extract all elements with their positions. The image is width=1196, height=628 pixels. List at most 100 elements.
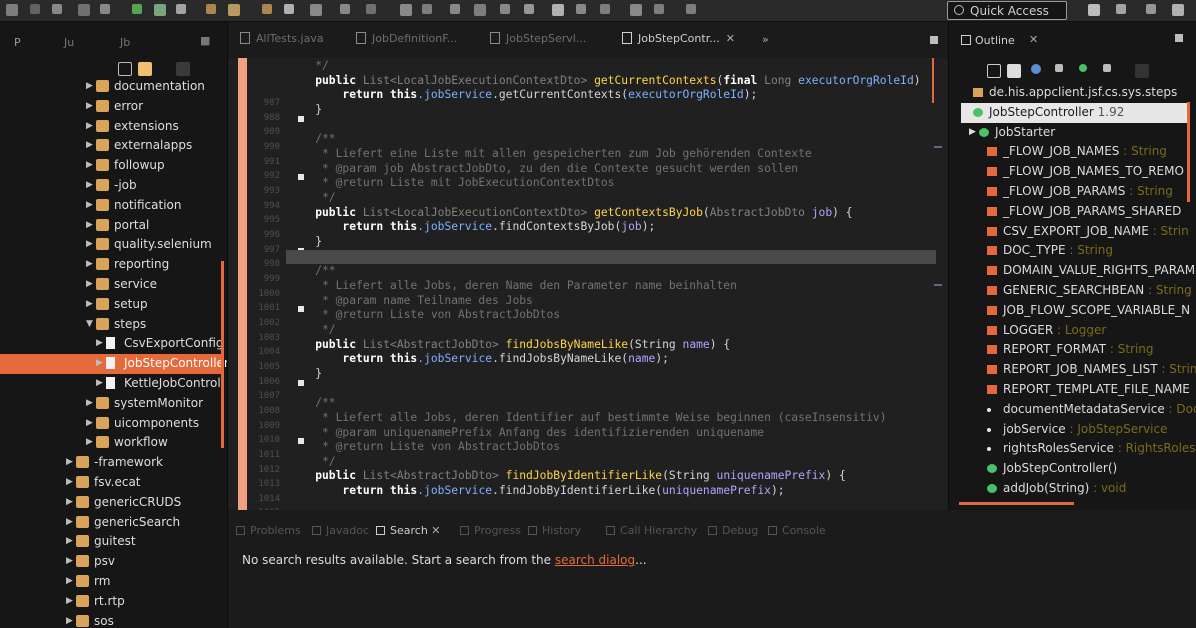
tree-item[interactable]: ▶ rm [0, 572, 227, 592]
close-icon[interactable]: ✕ [428, 524, 440, 537]
code-line[interactable]: */ [288, 323, 336, 339]
toolbar-icon[interactable] [400, 4, 412, 16]
tab-junit[interactable]: Ju [64, 36, 74, 49]
outline-item[interactable]: addJob(String) : void [949, 479, 1196, 499]
code-line[interactable]: * @param uniquenamePrefix Anfang des ide… [288, 426, 764, 442]
code-line[interactable]: public List<AbstractJobDto> findJobByIde… [288, 469, 846, 485]
bottom-tab-debug[interactable]: Debug [708, 524, 758, 537]
bottom-tab-search[interactable]: Search ✕ [376, 524, 441, 537]
collapsed-arrow-icon[interactable]: ▶ [66, 457, 73, 467]
toolbar-icon[interactable] [132, 4, 142, 14]
toolbar-icon[interactable] [1146, 4, 1156, 14]
bottom-tab-progress[interactable]: Progress [460, 524, 521, 537]
toolbar-icon[interactable] [450, 4, 460, 14]
collapsed-arrow-icon[interactable]: ▶ [969, 127, 976, 137]
collapsed-arrow-icon[interactable]: ▶ [66, 477, 73, 487]
tree-item[interactable]: ▶ CsvExportConfig [0, 334, 227, 354]
annotation-marker[interactable] [934, 284, 942, 286]
tree-item[interactable]: ▶ guitest [0, 532, 227, 552]
more-tabs-icon[interactable]: » [762, 33, 769, 46]
code-line[interactable]: /** [288, 264, 335, 280]
maximize-icon[interactable]: ■ [200, 34, 210, 47]
bottom-tab-history[interactable]: History [528, 524, 581, 537]
code-line[interactable]: * @return Liste von AbstractJobDtos [288, 440, 560, 456]
outline-item[interactable]: DOC_TYPE : String [949, 241, 1196, 261]
outline-item[interactable]: jobService : JobStepService [949, 420, 1196, 440]
tree-item[interactable]: ▶ -job [0, 176, 227, 196]
outline-item[interactable]: CSV_EXPORT_JOB_NAME : Strin [949, 222, 1196, 242]
outline-tab[interactable]: Outline [961, 34, 1015, 47]
code-line[interactable]: return this.jobService.findJobsByNameLik… [288, 352, 669, 368]
toolbar-icon[interactable] [262, 4, 272, 14]
toolbar-icon[interactable] [366, 4, 376, 14]
toolbar-icon[interactable] [552, 4, 564, 16]
tree-item[interactable]: ▶ workflow [0, 433, 227, 453]
toolbar-icon[interactable] [52, 4, 62, 14]
tree-item[interactable]: ▶ uicomponents [0, 414, 227, 434]
code-line[interactable]: /** [288, 396, 335, 412]
code-line[interactable]: } [288, 103, 322, 119]
toolbar-icon[interactable] [310, 4, 322, 16]
collapsed-arrow-icon[interactable]: ▶ [86, 121, 93, 131]
tree-item[interactable]: ▶ KettleJobControl [0, 374, 227, 394]
collapsed-arrow-icon[interactable]: ▶ [96, 338, 103, 348]
outline-item[interactable]: _FLOW_JOB_PARAMS : String [949, 182, 1196, 202]
code-line[interactable]: */ [288, 455, 336, 471]
collapsed-arrow-icon[interactable]: ▶ [86, 101, 93, 111]
collapsed-arrow-icon[interactable]: ▶ [86, 299, 93, 309]
toolbar-icon[interactable] [30, 4, 40, 14]
outline-item[interactable]: REPORT_TEMPLATE_FILE_NAME [949, 380, 1196, 400]
collapsed-arrow-icon[interactable]: ▶ [96, 378, 103, 388]
bottom-tab-problems[interactable]: Problems [236, 524, 301, 537]
tree-item[interactable]: ▶ quality.selenium [0, 235, 227, 255]
tree-item[interactable]: ▶ fsv.ecat [0, 473, 227, 493]
collapsed-arrow-icon[interactable]: ▶ [86, 81, 93, 91]
code-line[interactable]: * Liefert eine Liste mit allen gespeiche… [288, 147, 812, 163]
code-line[interactable]: * @param job AbstractJobDto, zu den die … [288, 162, 798, 178]
tree-item[interactable]: ▶ psv [0, 552, 227, 572]
toolbar-icon[interactable] [340, 4, 350, 14]
tab-jobs[interactable]: Jb [120, 36, 130, 49]
toolbar-icon[interactable] [1116, 4, 1126, 14]
collapsed-arrow-icon[interactable]: ▶ [66, 556, 73, 566]
outline-item[interactable]: REPORT_FORMAT : String [949, 340, 1196, 360]
toolbar-icon[interactable] [228, 4, 240, 16]
outline-item[interactable]: JOB_FLOW_SCOPE_VARIABLE_N [949, 301, 1196, 321]
collapsed-arrow-icon[interactable]: ▶ [86, 140, 93, 150]
toolbar-icon[interactable] [284, 4, 294, 14]
toolbar-icon[interactable] [686, 4, 696, 14]
editor-tab-alltests[interactable]: AllTests.java [240, 32, 324, 54]
collapsed-arrow-icon[interactable]: ▶ [86, 398, 93, 408]
code-line[interactable]: /** [288, 132, 335, 148]
code-line[interactable]: * Liefert alle Jobs, deren Identifier au… [288, 411, 887, 427]
hide-fields-icon[interactable] [1031, 64, 1041, 74]
toolbar-icon[interactable] [1088, 4, 1100, 16]
hide-nonpublic-icon[interactable] [1079, 64, 1087, 72]
collapse-all-icon[interactable] [118, 62, 132, 76]
collapsed-arrow-icon[interactable]: ▶ [86, 418, 93, 428]
quick-access-field[interactable]: Quick Access [947, 1, 1067, 20]
code-line[interactable]: * Liefert alle Jobs, deren Name den Para… [288, 279, 737, 295]
outline-item[interactable]: DOMAIN_VALUE_RIGHTS_PARAM [949, 261, 1196, 281]
outline-scrollbar[interactable] [1187, 102, 1190, 202]
annotation-marker[interactable] [934, 146, 942, 148]
close-icon[interactable]: ✕ [1029, 33, 1038, 46]
bottom-tab-console[interactable]: Console [768, 524, 826, 537]
collapsed-arrow-icon[interactable]: ▶ [86, 279, 93, 289]
toolbar-icon[interactable] [422, 4, 432, 14]
search-dialog-link[interactable]: search dialog [555, 553, 635, 567]
tree-item[interactable]: ▶ documentation [0, 77, 227, 97]
toolbar-icon[interactable] [500, 4, 510, 14]
toolbar-icon[interactable] [78, 4, 90, 16]
code-line[interactable]: } [288, 367, 322, 383]
tree-item[interactable]: ▶ error [0, 97, 227, 117]
bottom-tab-javadoc[interactable]: Javadoc [312, 524, 369, 537]
view-menu-icon[interactable] [176, 62, 190, 76]
code-line[interactable]: return this.jobService.getCurrentContext… [288, 88, 757, 104]
toolbar-icon[interactable] [206, 4, 216, 14]
tree-item[interactable]: ▼ steps [0, 315, 227, 335]
code-line[interactable]: */ [288, 191, 336, 207]
outline-item[interactable]: GENERIC_SEARCHBEAN : String [949, 281, 1196, 301]
tree-item[interactable]: ▶ -framework [0, 453, 227, 473]
sort-icon[interactable] [1007, 64, 1021, 78]
